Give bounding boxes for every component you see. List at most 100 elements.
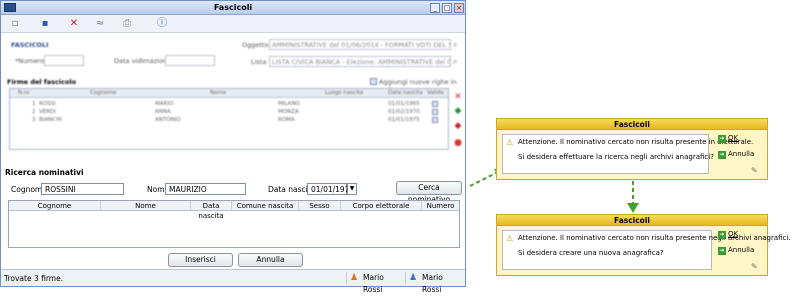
maximize-icon[interactable]: □ xyxy=(442,3,452,13)
add-rows-checkbox[interactable] xyxy=(370,78,377,85)
save-icon[interactable]: ▪ xyxy=(39,18,51,30)
user-indicator: ♟ Mario Rossi xyxy=(405,272,463,294)
info-icon[interactable]: ⓘ xyxy=(156,18,168,30)
section-label: FASCICOLI xyxy=(11,41,49,49)
cell: VERDI xyxy=(39,109,56,115)
cerca-nominativo-button[interactable]: Cerca nominativo xyxy=(396,181,462,204)
arrow-right-icon: ➔ xyxy=(718,151,726,159)
annulla-button[interactable]: ➔ Annulla xyxy=(718,150,754,159)
close-icon[interactable]: × xyxy=(454,3,464,13)
numero-field[interactable] xyxy=(44,55,84,66)
user-name: Mario Rossi xyxy=(363,273,384,294)
move-row-icon[interactable]: ◆ xyxy=(453,121,463,131)
title-bar: Fascicoli _ □ × xyxy=(1,1,465,15)
firme-grid: N.ro Cognome Nome Luogo nascita Data nas… xyxy=(9,88,449,150)
cell: ANTONIO xyxy=(155,117,181,123)
numero-label: *Numero xyxy=(15,57,45,65)
col-header: Nome xyxy=(210,90,227,96)
valida-checkbox[interactable] xyxy=(432,109,438,115)
ok-button[interactable]: ➔ OK xyxy=(718,230,738,239)
arrow-right-icon: ➔ xyxy=(718,247,726,255)
cell: 01/02/1970 xyxy=(388,109,420,115)
search-icon[interactable]: ⌕ xyxy=(453,57,457,67)
col-header: Numero xyxy=(422,201,459,211)
dialog-message-line2: Si desidera creare una nuova anagrafica? xyxy=(518,249,664,257)
ok-button[interactable]: ➔ OK xyxy=(718,134,738,143)
confirm-dialog-elettorale: Fascicoli ⚠ Attenzione. Il nominativo ce… xyxy=(496,118,768,180)
help-icon[interactable]: ✎ xyxy=(751,166,758,175)
cell: 3 xyxy=(32,117,36,123)
user-name: Mario Rossi xyxy=(422,273,443,294)
dialog-message-line2: Si desidera effettuare la ricerca negli … xyxy=(518,153,714,161)
col-header: N.ro xyxy=(18,90,30,96)
col-header: Corpo elettorale xyxy=(341,201,422,211)
firme-grid-header xyxy=(10,89,448,98)
chevron-down-icon[interactable]: ▼ xyxy=(347,183,357,195)
toolbar: ▫ ▪ ✕ ≈ ⎙ ⓘ xyxy=(1,15,465,33)
stop-icon[interactable]: ● xyxy=(453,138,463,148)
cell: ANNA xyxy=(155,109,171,115)
cell: 01/01/1965 xyxy=(388,101,420,107)
cell: 1 xyxy=(32,101,36,107)
col-header: Luogo nascita xyxy=(325,90,364,96)
firme-title: Firme del fascicolo xyxy=(7,78,77,86)
help-icon[interactable]: ✎ xyxy=(751,262,758,271)
dialog-message-box: ⚠ Attenzione. Il nominativo cercato non … xyxy=(502,230,791,270)
valida-checkbox[interactable] xyxy=(432,117,438,123)
cell: MARIO xyxy=(155,101,174,107)
data-vidimazione-field[interactable] xyxy=(165,55,215,66)
inserisci-button[interactable]: Inserisci xyxy=(168,253,233,267)
valida-checkbox[interactable] xyxy=(432,101,438,107)
warning-icon: ⚠ xyxy=(506,234,514,243)
nome-input[interactable]: MAURIZIO xyxy=(165,183,246,195)
ricerca-title: Ricerca nominativi xyxy=(5,168,84,177)
dialog-message-box: ⚠ Attenzione. Il nominativo cercato non … xyxy=(502,134,753,174)
user-icon: ♟ xyxy=(409,273,418,283)
cell: ROSSI xyxy=(39,101,56,107)
minimize-icon[interactable]: _ xyxy=(430,3,440,13)
new-icon[interactable]: ▫ xyxy=(9,18,21,30)
remove-row-icon[interactable]: ✕ xyxy=(453,92,463,102)
cell: MONZA xyxy=(278,109,299,115)
print-icon[interactable]: ⎙ xyxy=(121,18,133,30)
oggetto-field[interactable]: AMMINISTRATIVE del 01/06/2014 - FORMATI … xyxy=(269,39,451,50)
fascicoli-window: Fascicoli _ □ × ▫ ▪ ✕ ≈ ⎙ ⓘ FASCICOLI *N… xyxy=(0,0,466,294)
search-icon[interactable]: ⌕ xyxy=(453,40,457,50)
add-row-icon[interactable]: ◆ xyxy=(453,106,463,116)
col-header: Data nascita xyxy=(191,201,232,220)
col-header: Valida xyxy=(427,90,444,96)
data-vidimazione-label: Data vidimazione xyxy=(114,57,171,65)
dotted-arrow-down xyxy=(627,181,639,213)
cell: ROMA xyxy=(278,117,295,123)
cognome-input[interactable]: ROSSINI xyxy=(41,183,124,195)
dialog-title: Fascicoli xyxy=(497,119,767,130)
col-header: Sesso xyxy=(299,201,341,211)
arrow-right-icon: ➔ xyxy=(718,231,726,239)
cell: 2 xyxy=(32,109,36,115)
ricerca-results-grid: Cognome Nome Data nascita Comune nascita… xyxy=(8,200,460,248)
arrow-right-icon: ➔ xyxy=(718,135,726,143)
col-header: Comune nascita xyxy=(232,201,299,211)
handshake-icon[interactable]: ≈ xyxy=(94,18,106,30)
oggetto-label: Oggetto xyxy=(242,41,269,49)
annulla-button[interactable]: ➔ Annulla xyxy=(718,246,754,255)
confirm-dialog-anagrafica: Fascicoli ⚠ Attenzione. Il nominativo ce… xyxy=(496,214,791,276)
dialog-message-line1: Attenzione. Il nominativo cercato non ri… xyxy=(518,234,791,242)
annulla-button[interactable]: Annulla xyxy=(238,253,303,267)
cell: 01/01/1975 xyxy=(388,117,420,123)
col-header: Cognome xyxy=(90,90,117,96)
window-title: Fascicoli xyxy=(213,3,253,12)
col-header: Data nascita xyxy=(388,90,423,96)
cell: MILANO xyxy=(278,101,300,107)
col-header: Cognome xyxy=(9,201,101,211)
lista-label: Lista xyxy=(251,58,267,66)
delete-icon[interactable]: ✕ xyxy=(68,18,80,30)
col-header: Nome xyxy=(101,201,191,211)
data-nascita-input[interactable]: 01/01/1975 xyxy=(307,183,354,195)
user-icon: ♟ xyxy=(350,273,359,283)
dialog-title: Fascicoli xyxy=(497,215,767,226)
lista-field[interactable]: LISTA CIVICA BIANCA - Elezione: AMMINIST… xyxy=(269,56,451,67)
cell: BIANCHI xyxy=(39,117,62,123)
status-text: Trovate 3 firme. xyxy=(4,274,64,283)
warning-icon: ⚠ xyxy=(506,138,514,147)
